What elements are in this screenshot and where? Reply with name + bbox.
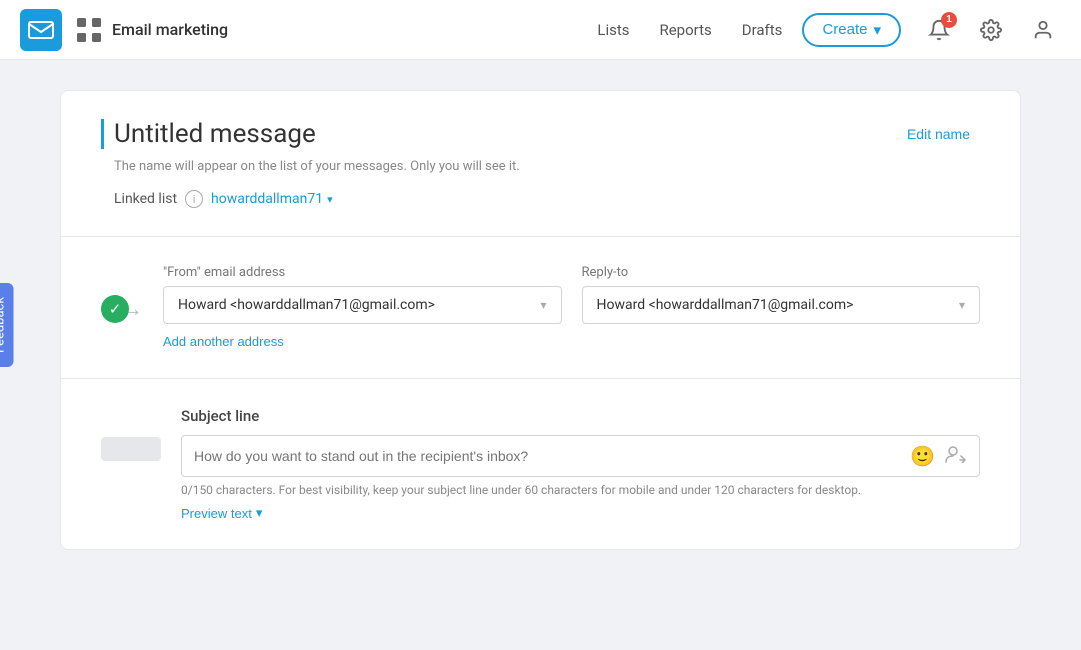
from-section-icon: ✓ → xyxy=(101,295,143,323)
subject-section: Subject line 🙂 xyxy=(61,379,1020,549)
notifications-button[interactable]: 1 xyxy=(921,12,957,48)
subject-hint: 0/150 characters. For best visibility, k… xyxy=(181,483,980,497)
subject-input-icons: 🙂 xyxy=(910,444,967,468)
from-section: ✓ → "From" email address Howard <howardd… xyxy=(61,237,1020,379)
reply-to-field-group: Reply-to Howard <howarddallman71@gmail.c… xyxy=(582,265,981,324)
create-button[interactable]: Create ▾ xyxy=(802,13,901,47)
message-title: Untitled message xyxy=(101,119,316,149)
settings-button[interactable] xyxy=(973,12,1009,48)
top-navigation: Email marketing Lists Reports Drafts Cre… xyxy=(0,0,1081,60)
subject-input-wrapper: 🙂 xyxy=(181,435,980,477)
reply-to-select[interactable]: Howard <howarddallman71@gmail.com> ▾ xyxy=(582,286,981,324)
linked-list-info-icon[interactable]: i xyxy=(185,190,203,208)
subject-icon-placeholder xyxy=(101,437,161,461)
reply-to-label: Reply-to xyxy=(582,265,981,280)
subject-icon-area xyxy=(101,437,161,461)
reply-to-chevron-icon: ▾ xyxy=(959,298,965,312)
emoji-icon[interactable]: 🙂 xyxy=(910,444,935,468)
reply-to-value: Howard <howarddallman71@gmail.com> xyxy=(597,297,854,313)
linked-list-value[interactable]: howarddallman71 ▾ xyxy=(211,191,333,207)
linked-list-label: Linked list xyxy=(114,191,177,207)
from-fields-container: "From" email address Howard <howarddallm… xyxy=(163,265,980,350)
compose-card: Untitled message Edit name The name will… xyxy=(60,90,1021,550)
main-content: Untitled message Edit name The name will… xyxy=(0,60,1081,580)
nav-link-lists[interactable]: Lists xyxy=(597,21,629,39)
subject-label: Subject line xyxy=(181,407,980,425)
user-profile-button[interactable] xyxy=(1025,12,1061,48)
from-email-value: Howard <howarddallman71@gmail.com> xyxy=(178,297,435,313)
add-address-button[interactable]: Add another address xyxy=(163,334,284,349)
topnav-icon-group: 1 xyxy=(921,12,1061,48)
from-email-select[interactable]: Howard <howarddallman71@gmail.com> ▾ xyxy=(163,286,562,324)
edit-name-button[interactable]: Edit name xyxy=(907,126,970,142)
nav-link-drafts[interactable]: Drafts xyxy=(742,21,783,39)
nav-link-reports[interactable]: Reports xyxy=(659,21,711,39)
feedback-tab[interactable]: Feedback xyxy=(0,283,14,367)
app-logo xyxy=(20,9,62,51)
subject-fields-container: Subject line 🙂 xyxy=(181,407,980,521)
notification-badge: 1 xyxy=(941,12,957,28)
title-section: Untitled message Edit name The name will… xyxy=(61,91,1020,237)
grid-icon[interactable] xyxy=(74,15,104,45)
subject-input[interactable] xyxy=(194,436,910,476)
from-email-label: "From" email address xyxy=(163,265,562,280)
nav-links: Lists Reports Drafts xyxy=(597,21,782,39)
preview-text-chevron-icon: ▾ xyxy=(256,505,263,521)
from-email-field-group: "From" email address Howard <howarddallm… xyxy=(163,265,562,324)
check-circle-icon: ✓ xyxy=(101,295,129,323)
from-email-chevron-icon: ▾ xyxy=(540,298,546,312)
title-description: The name will appear on the list of your… xyxy=(101,159,980,174)
preview-text-button[interactable]: Preview text ▾ xyxy=(181,505,262,521)
brand-name: Email marketing xyxy=(112,20,228,39)
linked-list-chevron-icon: ▾ xyxy=(327,193,333,206)
personalization-icon[interactable] xyxy=(945,445,967,468)
